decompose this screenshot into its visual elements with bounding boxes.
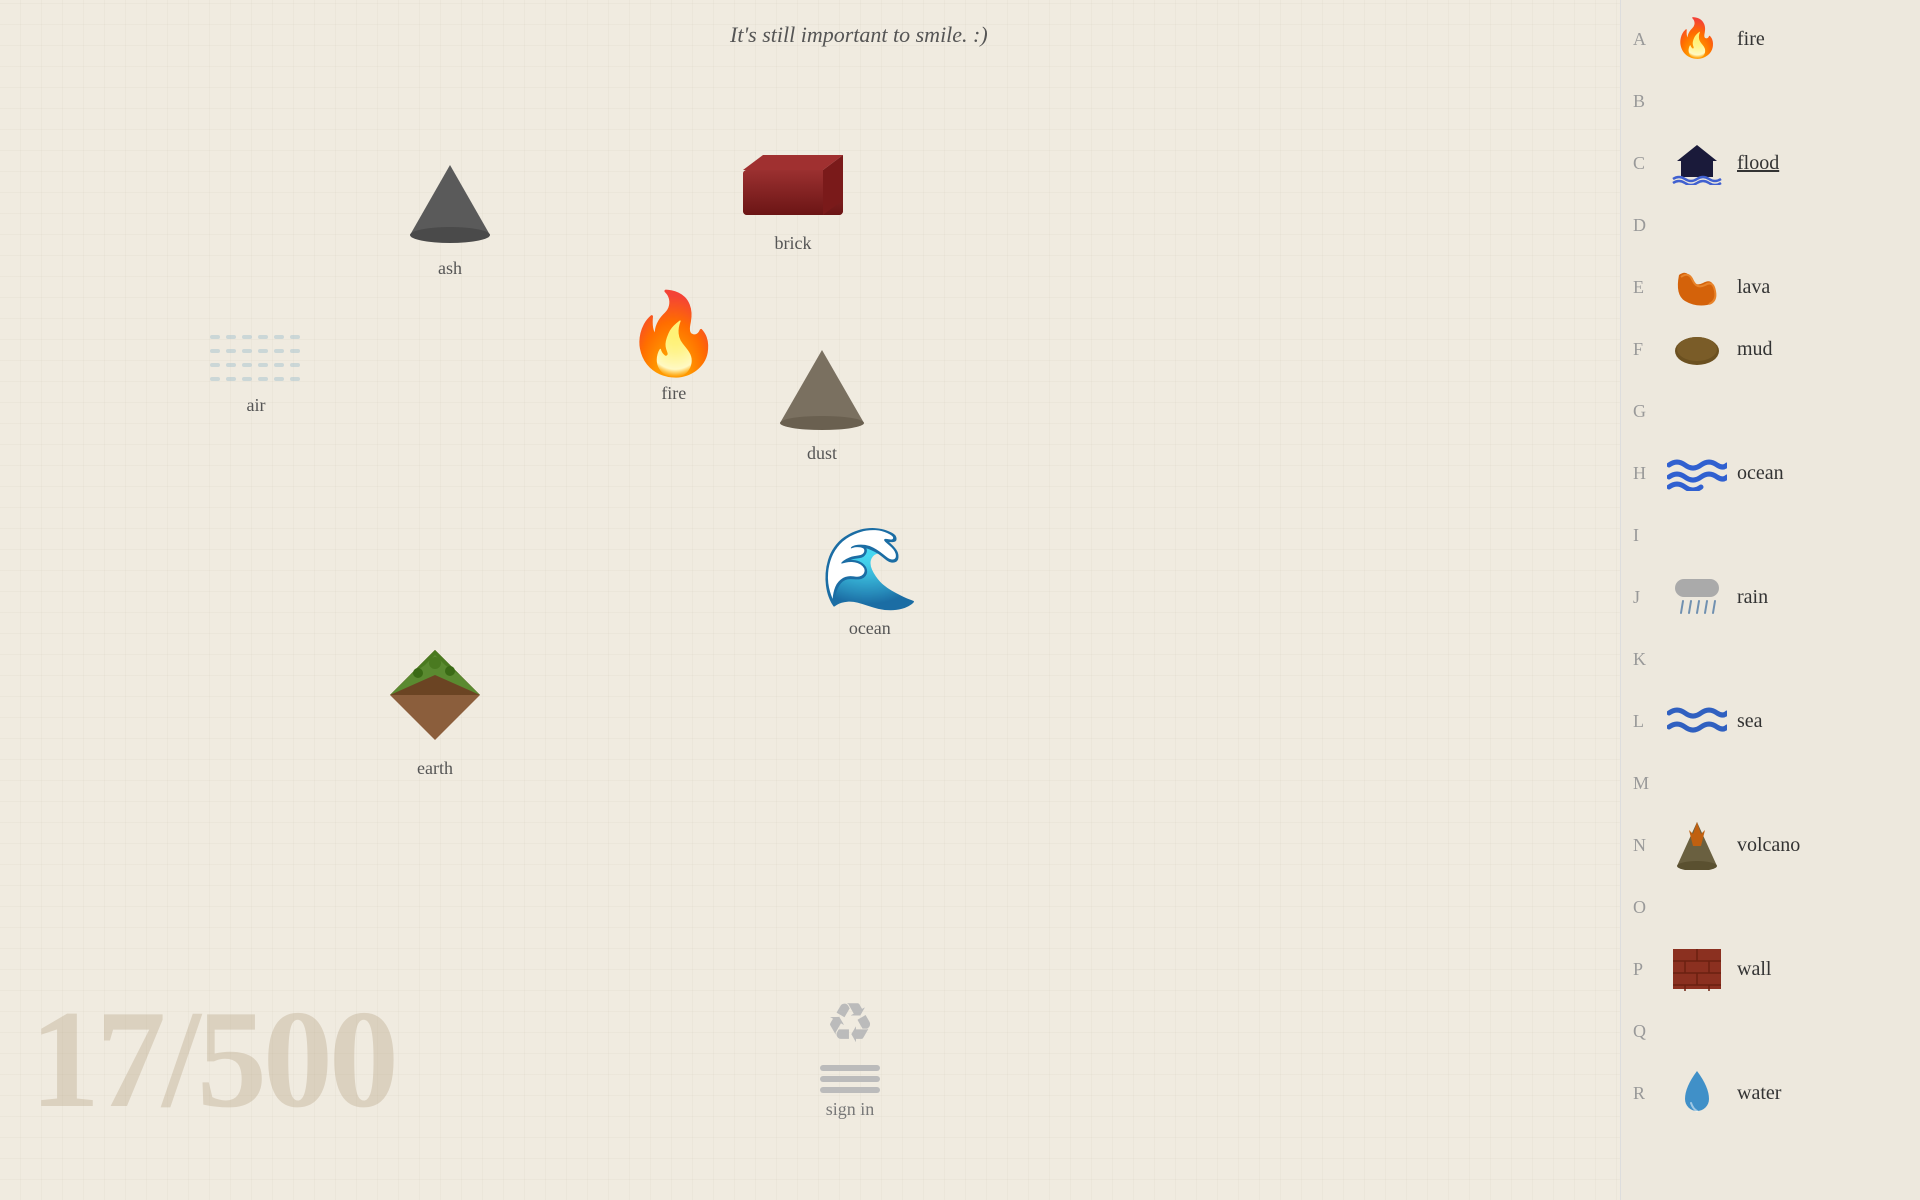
sidebar-letter-j: J xyxy=(1633,587,1657,608)
mud-sidebar-icon xyxy=(1665,324,1729,374)
tagline: It's still important to smile. :) xyxy=(730,22,988,48)
sidebar-item-i[interactable]: I xyxy=(1621,504,1920,566)
sidebar-ocean-label: ocean xyxy=(1737,462,1784,485)
sidebar-item-b[interactable]: B xyxy=(1621,70,1920,132)
element-dust[interactable]: dust xyxy=(772,345,872,464)
sidebar-sea-label: sea xyxy=(1737,710,1763,733)
sign-in-label[interactable]: sign in xyxy=(826,1099,875,1120)
flood-sidebar-icon xyxy=(1665,138,1729,188)
sea-sidebar-icon xyxy=(1665,696,1729,746)
sidebar-item-wall[interactable]: P wall xyxy=(1621,938,1920,1000)
sidebar-item-m[interactable]: M xyxy=(1621,752,1920,814)
brick-icon xyxy=(738,155,848,225)
sidebar-item-lava[interactable]: E lava xyxy=(1621,256,1920,318)
dust-icon xyxy=(772,345,872,435)
sidebar-letter-b: B xyxy=(1633,91,1657,112)
sidebar-letter-p: P xyxy=(1633,959,1657,980)
sidebar-item-g[interactable]: G xyxy=(1621,380,1920,442)
sidebar-item-fire[interactable]: A 🔥 fire xyxy=(1621,8,1920,70)
sidebar-item-water[interactable]: R water xyxy=(1621,1062,1920,1124)
sidebar-letter-c: C xyxy=(1633,153,1657,174)
sidebar-mud-label: mud xyxy=(1737,338,1773,361)
element-fire[interactable]: 🔥 fire xyxy=(624,295,724,404)
sidebar-letter-a: A xyxy=(1633,29,1657,50)
sidebar: A 🔥 fire B C flood D E xyxy=(1620,0,1920,1200)
sidebar-letter-q: Q xyxy=(1633,1021,1657,1042)
fire-label: fire xyxy=(661,383,686,404)
sidebar-letter-g: G xyxy=(1633,401,1657,422)
sidebar-fire-label: fire xyxy=(1737,28,1765,51)
sidebar-item-sea[interactable]: L sea xyxy=(1621,690,1920,752)
sidebar-flood-label: flood xyxy=(1737,152,1779,175)
sidebar-volcano-label: volcano xyxy=(1737,834,1800,857)
sidebar-letter-n: N xyxy=(1633,835,1657,856)
air-label: air xyxy=(247,395,266,416)
element-air[interactable]: air xyxy=(210,335,302,416)
sidebar-letter-m: M xyxy=(1633,773,1657,794)
earth-label: earth xyxy=(417,758,453,779)
sidebar-item-k[interactable]: K xyxy=(1621,628,1920,690)
ocean-sidebar-icon xyxy=(1665,448,1729,498)
rain-sidebar-icon xyxy=(1665,572,1729,622)
element-earth[interactable]: earth xyxy=(380,645,490,779)
ash-label: ash xyxy=(438,258,462,279)
sidebar-letter-o: O xyxy=(1633,897,1657,918)
sidebar-water-label: water xyxy=(1737,1082,1781,1105)
dust-label: dust xyxy=(807,443,837,464)
sidebar-item-mud[interactable]: F mud xyxy=(1621,318,1920,380)
sidebar-letter-e: E xyxy=(1633,277,1657,298)
sidebar-item-flood[interactable]: C flood xyxy=(1621,132,1920,194)
air-icon xyxy=(210,335,302,387)
wall-sidebar-icon xyxy=(1665,944,1729,994)
ocean-icon: 🌊 xyxy=(820,530,920,610)
sidebar-item-d[interactable]: D xyxy=(1621,194,1920,256)
sign-in-area[interactable]: ♻ sign in xyxy=(820,991,880,1120)
sidebar-letter-i: I xyxy=(1633,525,1657,546)
sidebar-wall-label: wall xyxy=(1737,958,1771,981)
sidebar-letter-d: D xyxy=(1633,215,1657,236)
element-ash[interactable]: ash xyxy=(400,160,500,279)
progress-counter: 17/500 xyxy=(30,979,395,1140)
sidebar-letter-h: H xyxy=(1633,463,1657,484)
ocean-label: ocean xyxy=(849,618,891,639)
sidebar-item-ocean[interactable]: H ocean xyxy=(1621,442,1920,504)
fire-icon: 🔥 xyxy=(624,295,724,375)
sidebar-lava-label: lava xyxy=(1737,276,1770,299)
sidebar-item-o[interactable]: O xyxy=(1621,876,1920,938)
sidebar-letter-k: K xyxy=(1633,649,1657,670)
recycle-icon: ♻ xyxy=(825,991,874,1055)
fire-sidebar-icon: 🔥 xyxy=(1665,14,1729,64)
sidebar-letter-f: F xyxy=(1633,339,1657,360)
sidebar-item-volcano[interactable]: N volcano xyxy=(1621,814,1920,876)
brick-label: brick xyxy=(775,233,812,254)
sidebar-letter-r: R xyxy=(1633,1083,1657,1104)
sidebar-rain-label: rain xyxy=(1737,586,1768,609)
water-sidebar-icon xyxy=(1665,1068,1729,1118)
sidebar-item-rain[interactable]: J rain xyxy=(1621,566,1920,628)
lava-sidebar-icon xyxy=(1665,262,1729,312)
sidebar-item-q[interactable]: Q xyxy=(1621,1000,1920,1062)
sidebar-letter-l: L xyxy=(1633,711,1657,732)
earth-icon xyxy=(380,645,490,750)
ash-icon xyxy=(400,160,500,250)
element-brick[interactable]: brick xyxy=(738,155,848,254)
element-ocean[interactable]: 🌊 ocean xyxy=(820,530,920,639)
volcano-sidebar-icon xyxy=(1665,820,1729,870)
